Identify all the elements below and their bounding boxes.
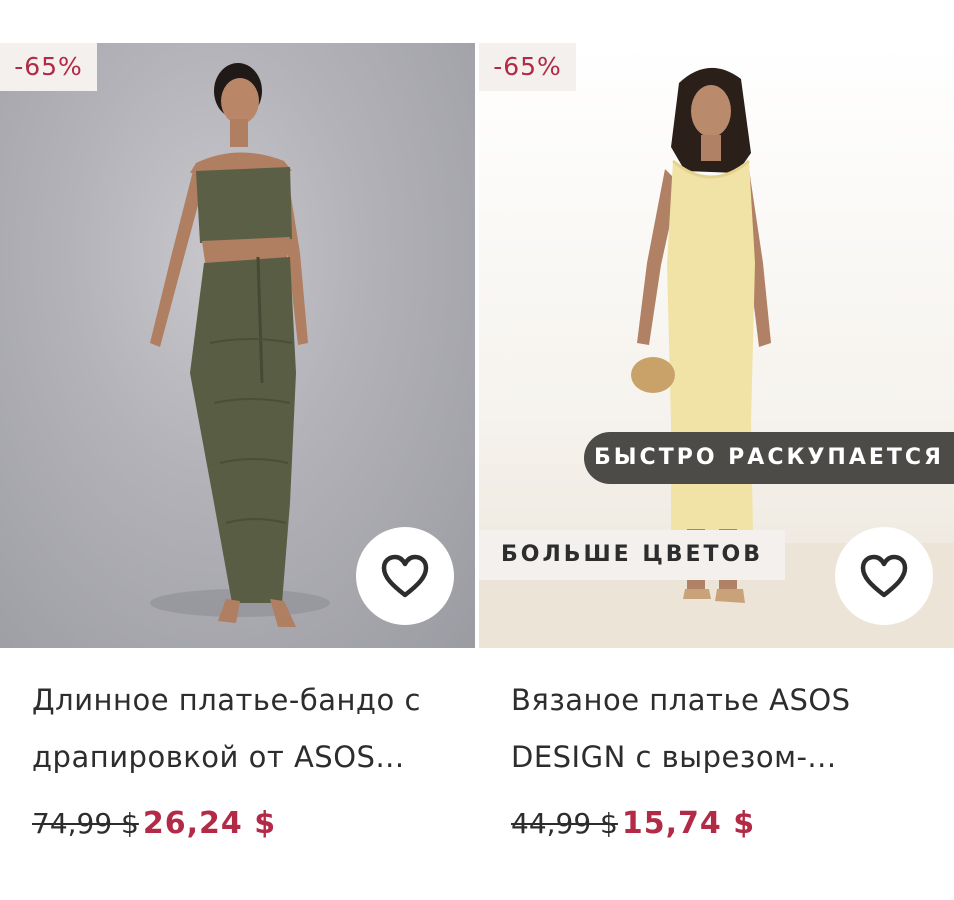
original-price: 74,99 $: [32, 807, 139, 840]
product-title-line: Длинное платье-бандо с: [32, 683, 421, 717]
sale-price: 26,24 $: [142, 806, 277, 841]
original-price: 44,99 $: [511, 807, 618, 840]
selling-fast-badge: БЫСТРО РАСКУПАЕТСЯ: [584, 432, 954, 484]
product-card[interactable]: -65% Длинное платье-бандо с драпировкой …: [0, 0, 475, 900]
product-title[interactable]: Длинное платье-бандо с драпировкой от AS…: [32, 672, 452, 786]
product-title[interactable]: Вязаное платье ASOS DESIGN с вырезом-...: [511, 672, 931, 786]
wishlist-button[interactable]: [835, 527, 933, 625]
product-title-line: драпировкой от ASOS...: [32, 740, 405, 774]
product-title-line: Вязаное платье ASOS: [511, 683, 851, 717]
more-colors-badge[interactable]: БОЛЬШЕ ЦВЕТОВ: [479, 530, 785, 580]
product-title-line: DESIGN с вырезом-...: [511, 740, 837, 774]
discount-badge: -65%: [479, 43, 576, 91]
heart-outline-icon: [381, 554, 429, 598]
price-row: 74,99 $ 26,24 $: [32, 806, 276, 856]
discount-badge: -65%: [0, 43, 97, 91]
sale-price: 15,74 $: [621, 806, 756, 841]
heart-outline-icon: [860, 554, 908, 598]
product-grid: -65% Длинное платье-бандо с драпировкой …: [0, 0, 954, 900]
price-row: 44,99 $ 15,74 $: [511, 806, 755, 856]
product-card[interactable]: -65% БЫСТРО РАСКУПАЕТСЯ БОЛЬШЕ ЦВЕТОВ Вя…: [479, 0, 954, 900]
wishlist-button[interactable]: [356, 527, 454, 625]
